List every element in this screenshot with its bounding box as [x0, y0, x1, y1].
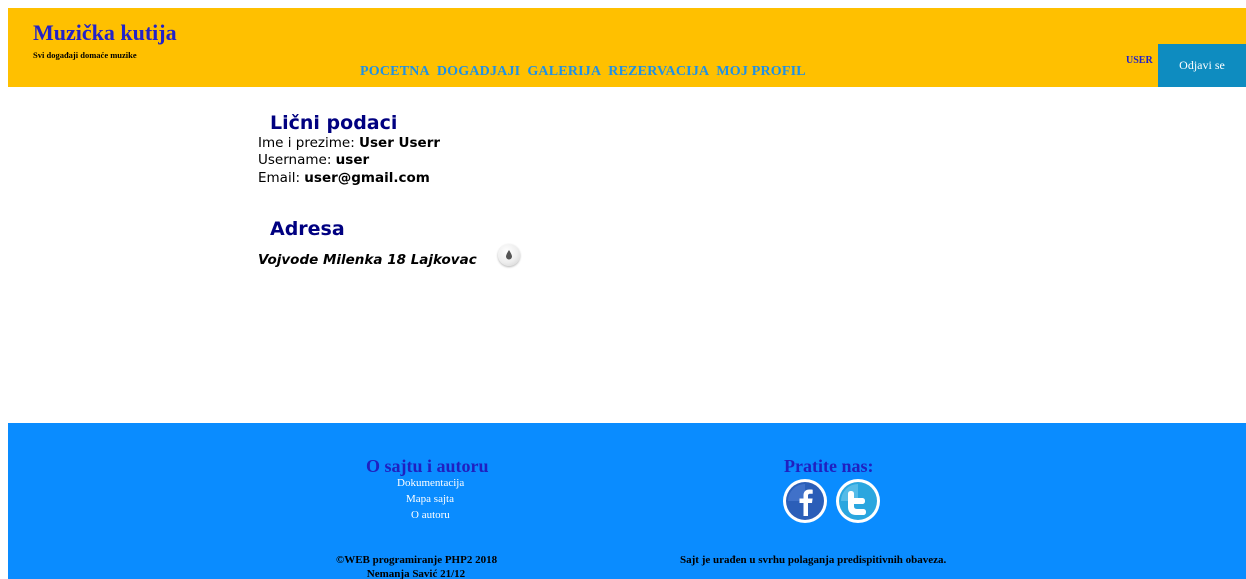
drop-icon [506, 250, 512, 260]
site-header: Muzička kutija Svi događaji domaće muzik… [8, 8, 1246, 87]
current-user-label: USER [1126, 55, 1153, 66]
nav-item-galerija[interactable]: GALERIJA [527, 64, 601, 80]
email-label: Email: [258, 170, 305, 186]
footer-link-dokumentacija[interactable]: Dokumentacija [397, 477, 464, 489]
site-title[interactable]: Muzička kutija [33, 20, 177, 46]
username-label: Username: [258, 152, 336, 168]
username-row: Username: user [258, 152, 369, 168]
map-pin-icon[interactable] [498, 244, 520, 266]
footer-link-o-autoru[interactable]: O autoru [411, 509, 450, 521]
site-subtitle: Svi događaji domaće muzike [33, 50, 137, 60]
copyright-text: ©WEB programiranje PHP2 2018 [336, 554, 498, 566]
username-value: user [335, 152, 370, 168]
email-value: user@gmail.com [304, 170, 430, 186]
full-name-label: Ime i prezime: [258, 135, 360, 151]
about-heading: O sajtu i autoru [366, 456, 489, 476]
nav-item-rezervacija[interactable]: REZERVACIJA [608, 64, 709, 80]
facebook-icon-graphic [783, 479, 827, 523]
twitter-icon-graphic [836, 479, 880, 523]
footer-link-mapa-sajta[interactable]: Mapa sajta [406, 493, 454, 505]
personal-data-heading: Lični podaci [270, 112, 398, 134]
nav-item-pocetna[interactable]: POCETNA [360, 64, 430, 80]
full-name-value: User Userr [359, 135, 441, 151]
page: Muzička kutija Svi događaji domaće muzik… [0, 0, 1246, 579]
email-row: Email: user@gmail.com [258, 170, 430, 186]
purpose-note: Sajt je urađen u svrhu polaganja predisp… [680, 554, 947, 566]
facebook-icon[interactable] [782, 478, 828, 524]
main-nav: POCETNA DOGADJAJI GALERIJA REZERVACIJA M… [360, 64, 806, 80]
nav-item-dogadjaji[interactable]: DOGADJAJI [437, 64, 520, 80]
logout-button[interactable]: Odjavi se [1158, 44, 1246, 87]
twitter-icon[interactable] [835, 478, 881, 524]
full-name-row: Ime i prezime: User Userr [258, 135, 440, 151]
address-value: Vojvode Milenka 18 Lajkovac [258, 252, 477, 268]
address-heading: Adresa [270, 218, 345, 240]
follow-heading: Pratite nas: [784, 456, 874, 476]
author-text: Nemanja Savić 21/12 [366, 568, 466, 579]
nav-item-moj-profil[interactable]: MOJ PROFIL [716, 64, 806, 80]
site-footer: O sajtu i autoru Dokumentacija Mapa sajt… [8, 423, 1246, 579]
